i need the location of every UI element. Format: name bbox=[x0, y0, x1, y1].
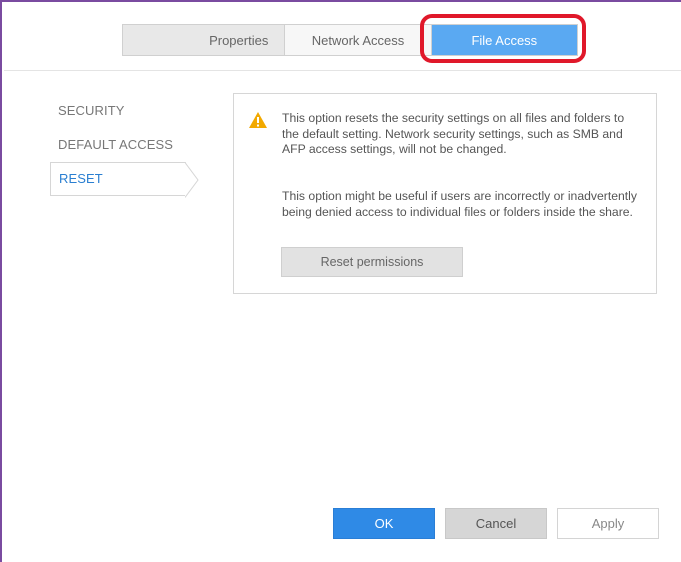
cancel-button[interactable]: Cancel bbox=[445, 508, 547, 539]
apply-button[interactable]: Apply bbox=[557, 508, 659, 539]
sidebar-item-security[interactable]: SECURITY bbox=[50, 94, 200, 128]
tab-network-access[interactable]: Network Access bbox=[285, 25, 432, 55]
header-divider bbox=[4, 70, 681, 71]
warning-icon bbox=[249, 112, 267, 128]
sidebar: SECURITY DEFAULT ACCESS RESET bbox=[50, 94, 200, 198]
dialog-frame: Properties Network Access File Access SE… bbox=[0, 0, 681, 562]
selected-arrow-icon bbox=[185, 162, 199, 198]
reset-description: This option resets the security settings… bbox=[282, 111, 625, 156]
sidebar-item-default-access[interactable]: DEFAULT ACCESS bbox=[50, 128, 200, 162]
reset-panel: This option resets the security settings… bbox=[233, 93, 657, 294]
reset-permissions-button[interactable]: Reset permissions bbox=[281, 247, 463, 277]
tab-properties[interactable]: Properties bbox=[123, 25, 286, 55]
tab-bar: Properties Network Access File Access bbox=[122, 24, 578, 56]
sidebar-item-label: RESET bbox=[59, 171, 103, 186]
ok-button[interactable]: OK bbox=[333, 508, 435, 539]
reset-usage-note: This option might be useful if users are… bbox=[282, 189, 637, 219]
tab-file-access[interactable]: File Access bbox=[431, 25, 577, 55]
sidebar-item-reset[interactable]: RESET bbox=[50, 162, 199, 198]
